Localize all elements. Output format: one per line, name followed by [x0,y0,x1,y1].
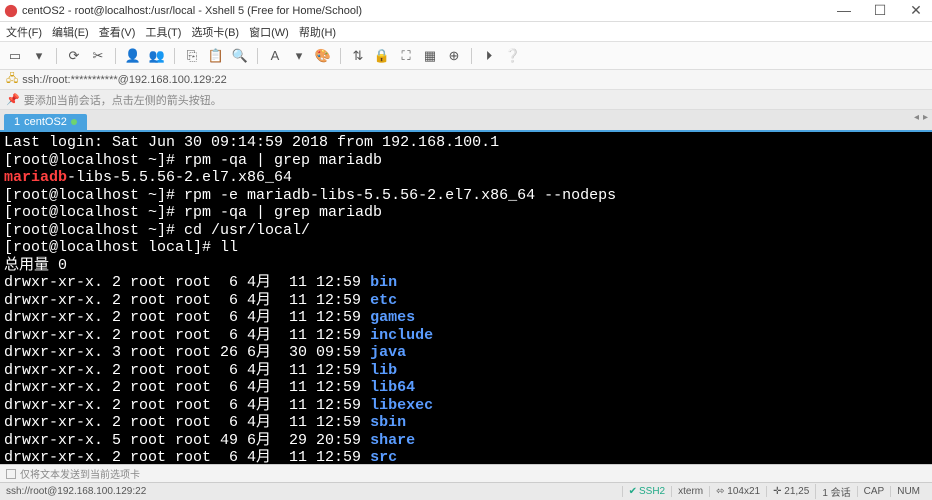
open-icon[interactable]: ▾ [30,47,48,65]
app-icon [4,4,18,18]
help-icon[interactable]: ❔ [504,47,522,65]
palette-icon[interactable]: 🎨 [314,47,332,65]
menu-tools[interactable]: 工具(T) [145,24,181,40]
copy-icon[interactable]: ⎘ [183,47,201,65]
address-bar[interactable]: 🖧 ssh://root:***********@192.168.100.129… [0,70,932,90]
separator [174,48,175,64]
address-text: ssh://root:***********@192.168.100.129:2… [22,74,226,86]
tab-label: centOS2 [24,116,67,128]
separator [56,48,57,64]
status-cap: CAP [857,486,891,497]
separator [115,48,116,64]
send-bar: 仅将文本发送到当前选项卡 [0,464,932,482]
font-icon[interactable]: A [266,47,284,65]
minimize-button[interactable]: — [832,2,856,19]
separator [340,48,341,64]
tab-status-icon [71,119,77,125]
toolbar: ▭ ▾ ⟳ ✂ 👤 👥 ⎘ 📋 🔍 A ▾ 🎨 ⇅ 🔒 ⛶ ▦ ⊕ ⏵ ❔ [0,42,932,70]
hint-bar: 📌 要添加当前会话，点击左侧的箭头按钮。 [0,90,932,110]
menu-file[interactable]: 文件(F) [6,24,42,40]
menu-edit[interactable]: 编辑(E) [52,24,89,40]
tab-prev-icon[interactable]: ◂ [914,112,919,123]
status-num: NUM [890,486,926,497]
send-checkbox[interactable] [6,469,16,479]
disconnect-icon[interactable]: ✂ [89,47,107,65]
new-session-icon[interactable]: ▭ [6,47,24,65]
tab-next-icon[interactable]: ▸ [923,112,928,123]
separator [471,48,472,64]
fullscreen-icon[interactable]: ⛶ [397,47,415,65]
maximize-button[interactable]: ☐ [868,2,892,19]
script-icon[interactable]: ⏵ [480,47,498,65]
pin-icon[interactable]: 📌 [6,93,20,106]
terminal-output[interactable]: Last login: Sat Jun 30 09:14:59 2018 fro… [0,130,932,464]
title-bar: centOS2 - root@localhost:/usr/local - Xs… [0,0,932,22]
search-icon[interactable]: 🔍 [231,47,249,65]
status-ssh: ✔SSH2 [622,486,672,497]
lock-icon[interactable]: 🔒 [373,47,391,65]
status-size: ⬄ 104x21 [709,486,766,497]
key-icon[interactable]: 👥 [148,47,166,65]
transfer-icon[interactable]: ⇅ [349,47,367,65]
color-icon[interactable]: ▾ [290,47,308,65]
separator [257,48,258,64]
reconnect-icon[interactable]: ⟳ [65,47,83,65]
window-title: centOS2 - root@localhost:/usr/local - Xs… [22,5,832,17]
close-button[interactable]: ✕ [904,2,928,19]
hint-text: 要添加当前会话，点击左侧的箭头按钮。 [24,92,222,108]
menu-window[interactable]: 窗口(W) [249,24,289,40]
menu-help[interactable]: 帮助(H) [299,24,336,40]
status-connection: ssh://root@192.168.100.129:22 [6,486,622,497]
status-bar: ssh://root@192.168.100.129:22 ✔SSH2 xter… [0,482,932,500]
status-pos: ✛ 21,25 [766,486,815,497]
menu-tabs[interactable]: 选项卡(B) [191,24,239,40]
send-text: 仅将文本发送到当前选项卡 [20,466,140,481]
paste-icon[interactable]: 📋 [207,47,225,65]
layout-icon[interactable]: ▦ [421,47,439,65]
status-term: xterm [671,486,709,497]
check-icon: ✔ [629,486,637,497]
tab-bar: 1 centOS2 ◂ ▸ [0,110,932,130]
add-icon[interactable]: ⊕ [445,47,463,65]
status-sessions: 1 会话 [815,484,856,499]
menu-view[interactable]: 查看(V) [99,24,136,40]
tab-centos2[interactable]: 1 centOS2 [4,114,87,130]
session-icon: 🖧 [6,70,18,89]
tab-index: 1 [14,116,20,128]
menu-bar: 文件(F) 编辑(E) 查看(V) 工具(T) 选项卡(B) 窗口(W) 帮助(… [0,22,932,42]
profile-icon[interactable]: 👤 [124,47,142,65]
